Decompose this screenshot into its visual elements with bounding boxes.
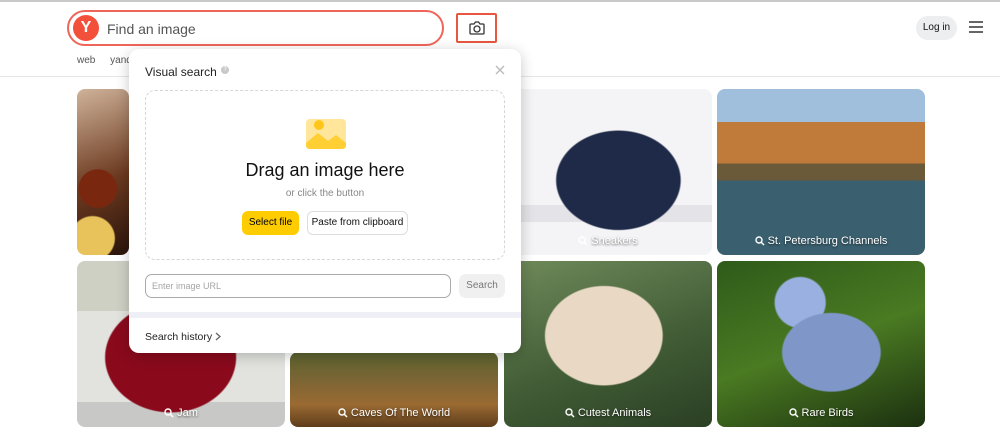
select-file-button[interactable]: Select file bbox=[242, 211, 299, 235]
tile-caption: Rare Birds bbox=[801, 407, 854, 419]
search-icon bbox=[565, 408, 575, 418]
visual-search-button[interactable] bbox=[456, 13, 497, 43]
tile-caption: St. Petersburg Channels bbox=[767, 235, 888, 247]
paste-from-clipboard-button[interactable]: Paste from clipboard bbox=[307, 211, 408, 235]
tile-caption: Cutest Animals bbox=[577, 407, 652, 419]
login-button[interactable]: Log in bbox=[916, 16, 957, 40]
visual-search-popup: Visual search ? Drag an image here or cl… bbox=[129, 49, 521, 353]
help-icon[interactable]: ? bbox=[221, 66, 229, 74]
tile-caption: Sneakers bbox=[591, 235, 638, 247]
search-icon bbox=[754, 236, 765, 246]
image-tile-tea[interactable] bbox=[77, 89, 129, 255]
search-history-link[interactable]: Search history bbox=[145, 331, 222, 343]
chevron-right-icon bbox=[215, 332, 222, 341]
image-tile-st-petersburg[interactable]: St. Petersburg Channels bbox=[717, 89, 925, 255]
top-border bbox=[0, 0, 1000, 2]
image-tile-sneakers[interactable]: Sneakers bbox=[504, 89, 712, 255]
camera-search-icon bbox=[469, 21, 485, 35]
image-drop-zone[interactable]: Drag an image here or click the button S… bbox=[145, 90, 505, 260]
image-tile-birds[interactable]: Rare Birds bbox=[717, 261, 925, 427]
search-bar[interactable]: Y Find an image bbox=[67, 10, 444, 46]
image-url-input[interactable] bbox=[145, 274, 451, 298]
hamburger-menu-icon[interactable] bbox=[969, 21, 983, 33]
image-tile-caves[interactable]: Caves Of The World bbox=[290, 352, 498, 427]
popup-title: Visual search bbox=[145, 65, 217, 79]
close-icon[interactable] bbox=[495, 65, 505, 75]
search-icon bbox=[578, 236, 588, 246]
image-icon bbox=[306, 119, 346, 149]
popup-divider bbox=[129, 312, 521, 318]
search-input[interactable]: Find an image bbox=[107, 21, 196, 37]
drop-title: Drag an image here bbox=[245, 160, 405, 180]
tile-caption: Jam bbox=[177, 407, 198, 419]
drop-subtitle: or click the button bbox=[285, 188, 365, 199]
tab-web[interactable]: web bbox=[77, 55, 95, 66]
yandex-logo[interactable]: Y bbox=[73, 15, 99, 41]
search-icon bbox=[788, 408, 799, 418]
tile-caption: Caves Of The World bbox=[350, 407, 451, 419]
search-icon bbox=[338, 408, 348, 418]
image-tile-animals[interactable]: Cutest Animals bbox=[504, 261, 712, 427]
search-history-label: Search history bbox=[145, 331, 213, 343]
url-search-button[interactable]: Search bbox=[459, 274, 505, 298]
search-icon bbox=[164, 408, 174, 418]
